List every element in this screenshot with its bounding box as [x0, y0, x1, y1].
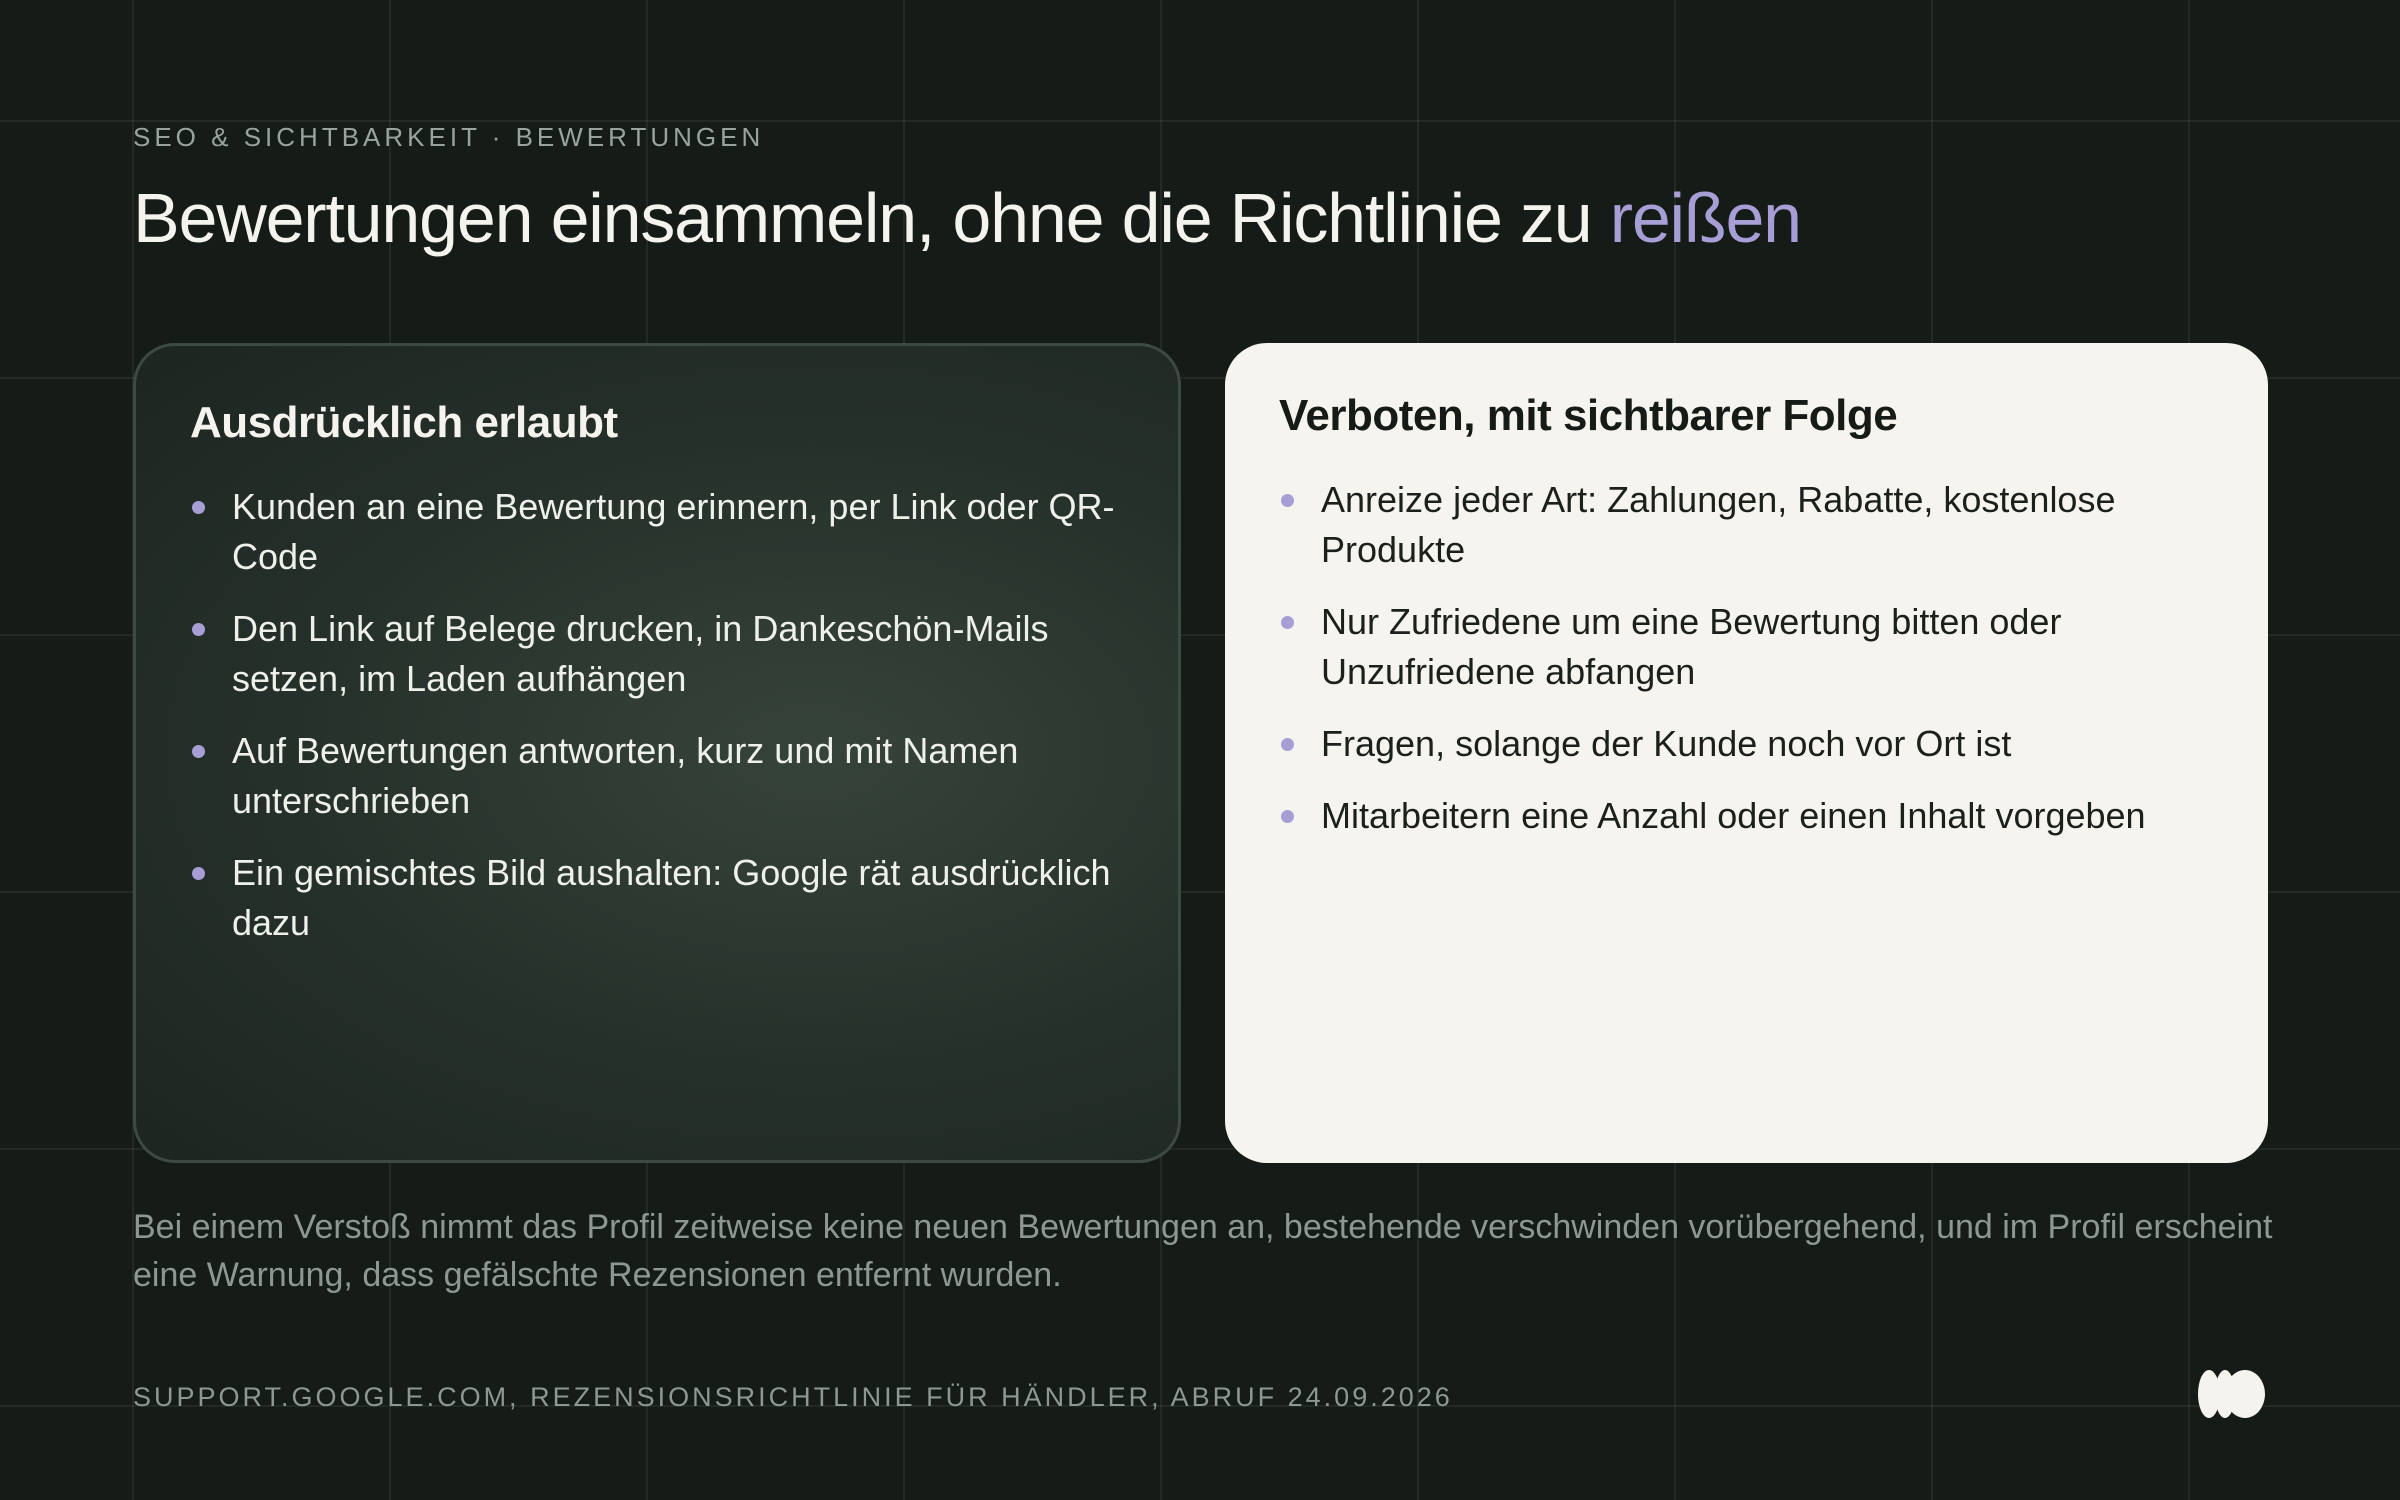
- forbidden-card: Verboten, mit sichtbarer Folge Anreize j…: [1225, 343, 2268, 1163]
- list-item: Kunden an eine Bewertung erinnern, per L…: [190, 482, 1124, 582]
- bullet-icon: [192, 867, 205, 880]
- bullet-icon: [1281, 494, 1294, 507]
- bullet-icon: [1281, 810, 1294, 823]
- allowed-card-heading: Ausdrücklich erlaubt: [190, 398, 618, 447]
- bullet-icon: [192, 745, 205, 758]
- bullet-icon: [192, 623, 205, 636]
- list-item: Fragen, solange der Kunde noch vor Ort i…: [1279, 719, 2214, 769]
- list-item: Mitarbeitern eine Anzahl oder einen Inha…: [1279, 791, 2214, 841]
- list-item: Auf Bewertungen antworten, kurz und mit …: [190, 726, 1124, 826]
- list-item-text: Fragen, solange der Kunde noch vor Ort i…: [1321, 723, 2012, 764]
- bullet-icon: [192, 501, 205, 514]
- allowed-list: Kunden an eine Bewertung erinnern, per L…: [190, 482, 1124, 948]
- list-item-text: Anreize jeder Art: Zahlungen, Rabatte, k…: [1321, 479, 2116, 570]
- page-title-accent: reißen: [1609, 179, 1802, 257]
- list-item-text: Kunden an eine Bewertung erinnern, per L…: [232, 486, 1115, 577]
- list-item: Den Link auf Belege drucken, in Dankesch…: [190, 604, 1124, 704]
- list-item-text: Mitarbeitern eine Anzahl oder einen Inha…: [1321, 795, 2146, 836]
- page-title-main: Bewertungen einsammeln, ohne die Richtli…: [133, 179, 1610, 257]
- bullet-icon: [1281, 738, 1294, 751]
- source-citation: SUPPORT.GOOGLE.COM, REZENSIONSRICHTLINIE…: [133, 1382, 1453, 1412]
- list-item-text: Auf Bewertungen antworten, kurz und mit …: [232, 730, 1019, 821]
- violation-note: Bei einem Verstoß nimmt das Profil zeitw…: [133, 1208, 2273, 1294]
- list-item: Anreize jeder Art: Zahlungen, Rabatte, k…: [1279, 475, 2214, 575]
- forbidden-card-heading: Verboten, mit sichtbarer Folge: [1279, 391, 1898, 440]
- list-item: Nur Zufriedene um eine Bewertung bitten …: [1279, 597, 2214, 697]
- page-title: Bewertungen einsammeln, ohne die Richtli…: [133, 178, 1802, 258]
- section-eyebrow: SEO & SICHTBARKEIT · BEWERTUNGEN: [133, 122, 765, 152]
- list-item-text: Nur Zufriedene um eine Bewertung bitten …: [1321, 601, 2062, 692]
- brand-logo-icon: [2198, 1370, 2265, 1418]
- list-item-text: Ein gemischtes Bild aushalten: Google rä…: [232, 852, 1111, 943]
- forbidden-list: Anreize jeder Art: Zahlungen, Rabatte, k…: [1279, 475, 2214, 841]
- allowed-card: Ausdrücklich erlaubt Kunden an eine Bewe…: [133, 343, 1181, 1163]
- list-item-text: Den Link auf Belege drucken, in Dankesch…: [232, 608, 1049, 699]
- bullet-icon: [1281, 616, 1294, 629]
- list-item: Ein gemischtes Bild aushalten: Google rä…: [190, 848, 1124, 948]
